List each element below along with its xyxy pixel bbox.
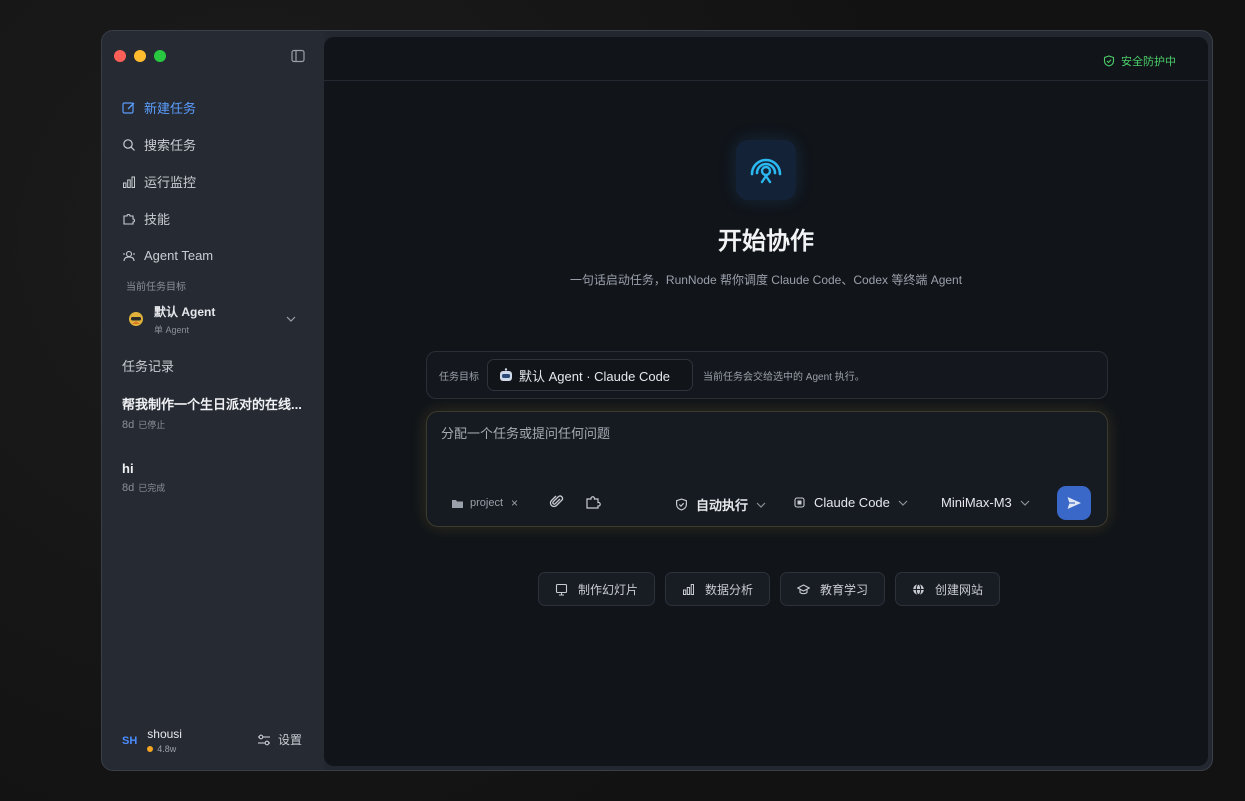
task-record-status: 已停止 [138,420,166,430]
quick-action-education[interactable]: 教育学习 [780,572,886,606]
puzzle-icon[interactable] [585,494,601,510]
sidebar-item-monitor[interactable]: 运行监控 [122,163,312,200]
agent-avatar-icon [129,312,143,326]
quick-action-data-analysis[interactable]: 数据分析 [665,572,771,606]
sidebar-item-agent-team[interactable]: Agent Team [122,237,312,274]
task-composer: project × 自动执行 Claude Code MiniMax-M3 [426,411,1108,527]
robot-icon [500,368,512,381]
sidebar-item-search-task[interactable]: 搜索任务 [122,126,312,163]
task-record-item[interactable]: hi 8d 已完成 [122,461,312,494]
task-record-meta: 8d 已完成 [122,481,312,494]
quick-action-label: 数据分析 [705,582,754,597]
agent-dropdown-value: Claude Code [814,495,890,510]
sidebar-item-label: 运行监控 [144,175,197,190]
task-record-status: 已完成 [138,483,166,493]
remove-project-icon[interactable]: × [511,496,518,510]
chevron-down-icon [898,500,908,506]
agent-name: 默认 Agent [154,304,216,319]
settings-label: 设置 [278,733,303,747]
agent-selector[interactable]: 默认 Agent 单 Agent [126,302,302,336]
user-profile[interactable]: SH shousi 4.8w [122,727,182,754]
topbar: 安全防护中 [324,37,1208,81]
composer-toolbar: project × 自动执行 Claude Code MiniMax-M3 [427,486,1109,520]
task-target-selector[interactable]: 默认 Agent · Claude Code [487,359,693,391]
send-button[interactable] [1057,486,1091,520]
task-target-bar: 任务目标 默认 Agent · Claude Code 当前任务会交给选中的 A… [426,351,1108,399]
send-icon [1067,497,1081,509]
quick-actions: 制作幻灯片 数据分析 教育学习 创建网站 [538,572,1001,606]
security-label: 安全防护中 [1121,56,1176,68]
edit-icon [122,101,135,114]
close-window-button[interactable] [114,50,126,62]
sidebar-item-skills[interactable]: 技能 [122,200,312,237]
page-subtitle: 一句话启动任务，RunNode 帮你调度 Claude Code、Codex 等… [569,273,963,287]
execution-mode-value: 自动执行 [696,498,749,513]
task-record-meta: 8d 已停止 [122,418,312,431]
puzzle-icon [123,213,135,225]
bar-chart-icon [683,583,695,595]
task-target-note: 当前任务会交给选中的 Agent 执行。 [703,371,865,383]
settings-button[interactable]: 设置 [257,731,302,748]
current-target-label: 当前任务目标 [126,282,186,293]
project-chip[interactable]: project × [451,496,518,510]
sidebar-item-label: Agent Team [144,248,214,263]
chevron-down-icon [286,316,296,322]
task-target-label: 任务目标 [439,371,479,383]
sidebar-item-new-task[interactable]: 新建任务 [122,89,312,126]
sidebar-item-label: 技能 [144,212,171,227]
minimize-window-button[interactable] [134,50,146,62]
task-record-title: 帮我制作一个生日派对的在线... [122,397,302,412]
task-records-title: 任务记录 [122,359,175,374]
quick-action-slides[interactable]: 制作幻灯片 [538,572,656,606]
execution-mode-dropdown[interactable]: 自动执行 [675,495,766,514]
chip-icon [794,497,805,508]
user-name: shousi [147,727,182,741]
task-record-item[interactable]: 帮我制作一个生日派对的在线... 8d 已停止 [122,394,312,431]
agent-dropdown[interactable]: Claude Code [793,495,908,510]
security-status[interactable]: 安全防护中 [1103,53,1176,69]
paperclip-icon[interactable] [549,494,565,510]
maximize-window-button[interactable] [154,50,166,62]
model-dropdown[interactable]: MiniMax-M3 [941,495,1030,510]
task-record-age: 8d [122,419,135,431]
task-input[interactable] [441,426,1081,441]
quick-action-label: 创建网站 [935,582,984,597]
bar-chart-icon [123,176,135,188]
user-credit: 4.8w [147,744,182,754]
signal-broadcast-icon [750,158,782,184]
presentation-icon [555,583,568,595]
app-logo [736,140,796,200]
globe-icon [913,583,924,595]
quick-action-label: 教育学习 [820,582,869,597]
coin-icon [147,746,154,752]
sidebar-item-label: 搜索任务 [144,138,197,153]
app-window: 新建任务 搜索任务 运行监控 技能 Agent Team 当前任务目标 默认 A… [101,30,1213,771]
task-record-age: 8d [122,482,135,494]
search-icon [123,138,135,151]
sidebar-nav: 新建任务 搜索任务 运行监控 技能 Agent Team [122,89,312,274]
chevron-down-icon [1020,500,1030,506]
shield-check-icon [1103,55,1115,67]
folder-icon [452,499,463,508]
project-name: project [470,497,504,509]
quick-action-website[interactable]: 创建网站 [895,572,1001,606]
task-record-title: hi [122,461,134,476]
quick-action-label: 制作幻灯片 [578,582,639,597]
sidebar-toggle-icon[interactable] [291,49,305,63]
model-dropdown-value: MiniMax-M3 [941,495,1012,510]
shield-check-icon [676,498,687,511]
chevron-down-icon [756,502,766,508]
task-target-value: 默认 Agent · Claude Code [519,368,671,384]
page-title: 开始协作 [718,228,814,255]
sidebar-item-label: 新建任务 [144,101,197,116]
agent-type: 单 Agent [154,324,190,335]
window-controls [114,50,166,62]
main-panel: 安全防护中 开始协作 一句话启动任务，RunNode 帮你调度 Claude C… [324,37,1208,766]
user-credit-value: 4.8w [157,744,177,754]
sidebar: 新建任务 搜索任务 运行监控 技能 Agent Team 当前任务目标 默认 A… [102,31,324,770]
avatar: SH [122,734,138,747]
team-icon [123,250,135,261]
graduation-cap-icon [797,583,811,594]
sliders-icon [258,734,270,745]
